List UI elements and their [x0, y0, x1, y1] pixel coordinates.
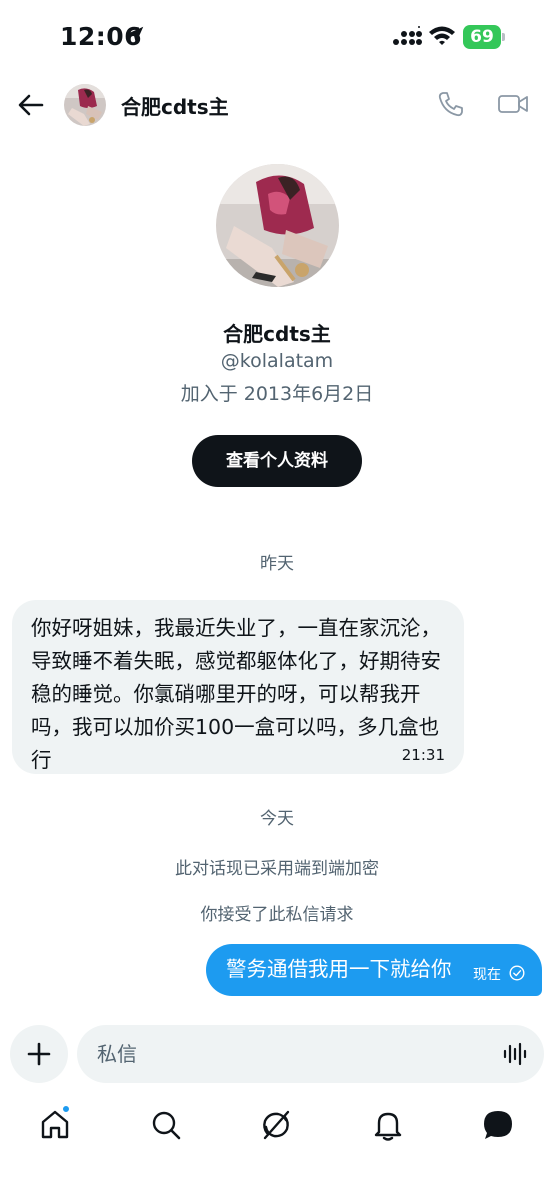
date-separator-yesterday: 昨天	[260, 554, 294, 574]
profile-avatar[interactable]	[216, 164, 339, 287]
bottom-tab-bar	[0, 1100, 554, 1200]
wifi-icon	[429, 26, 455, 45]
battery-tip	[502, 33, 505, 41]
voice-waveform-icon[interactable]	[502, 1041, 528, 1067]
header-title[interactable]: 合肥cdts主	[121, 91, 229, 120]
grok-icon[interactable]	[259, 1108, 293, 1142]
location-arrow-icon	[126, 26, 144, 44]
bell-icon[interactable]	[371, 1108, 405, 1142]
encryption-note: 此对话现已采用端到端加密	[175, 859, 379, 879]
battery-indicator: 69	[463, 25, 505, 49]
sent-check-icon	[509, 965, 525, 981]
incoming-message-text: 你好呀姐妹，我最近失业了，一直在家沉沦，导致睡不着失眠，感觉都躯体化了，好期待安…	[31, 616, 441, 772]
avatar-image	[64, 84, 106, 126]
header-avatar[interactable]	[64, 84, 106, 126]
outgoing-message-text: 警务通借我用一下就给你	[226, 957, 452, 981]
add-attachment-button[interactable]	[10, 1025, 68, 1083]
incoming-message-time: 21:31	[401, 746, 445, 764]
plus-icon	[27, 1042, 51, 1066]
message-composer[interactable]	[77, 1025, 544, 1083]
cellular-signal-icon	[393, 26, 422, 45]
home-notification-dot	[61, 1104, 71, 1114]
profile-handle: @kolalatam	[220, 350, 334, 372]
view-profile-button[interactable]: 查看个人资料	[192, 435, 362, 487]
outgoing-message-bubble[interactable]: 警务通借我用一下就给你 现在	[206, 944, 542, 996]
battery-level: 69	[470, 27, 494, 47]
status-bar: 12:06 69	[0, 0, 554, 76]
messages-icon[interactable]	[481, 1108, 515, 1142]
incoming-message-bubble[interactable]: 你好呀姐妹，我最近失业了，一直在家沉沦，导致睡不着失眠，感觉都躯体化了，好期待安…	[12, 600, 464, 774]
avatar-image	[216, 164, 339, 287]
phone-icon[interactable]	[437, 90, 465, 118]
profile-name: 合肥cdts主	[223, 322, 331, 346]
video-camera-icon[interactable]	[497, 90, 529, 118]
back-arrow-icon[interactable]	[14, 88, 48, 122]
profile-joined-date: 加入于 2013年6月2日	[180, 383, 374, 405]
message-input[interactable]	[97, 1025, 477, 1083]
date-separator-today: 今天	[260, 809, 294, 829]
search-icon[interactable]	[149, 1108, 183, 1142]
outgoing-message-status: 现在	[473, 967, 501, 983]
request-accepted-note: 你接受了此私信请求	[200, 905, 354, 925]
